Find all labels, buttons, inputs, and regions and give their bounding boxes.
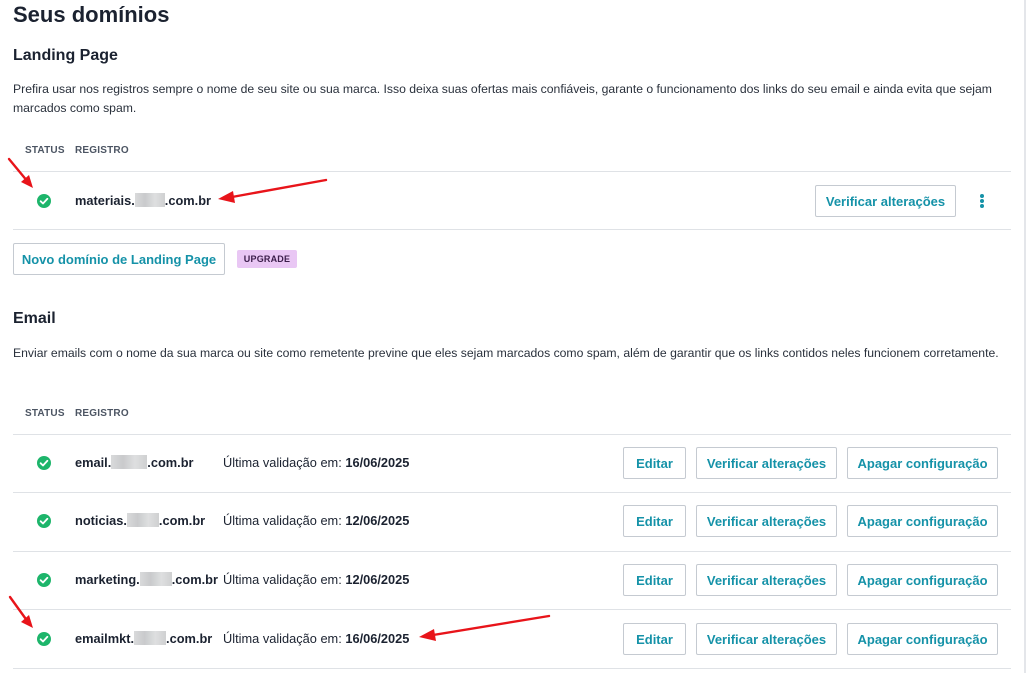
annotation-arrowhead	[21, 615, 33, 628]
divider	[13, 229, 1011, 230]
more-options-icon[interactable]	[978, 192, 986, 210]
email-domain-name: email. .com.br	[75, 455, 194, 470]
divider	[13, 551, 1011, 552]
email-column-status: STATUS	[25, 408, 65, 419]
redacted-brand	[126, 513, 159, 528]
delete-config-button[interactable]: Apagar configuração	[847, 447, 998, 479]
annotation-arrowhead	[419, 629, 436, 641]
email-domain-name: noticias. .com.br	[75, 513, 206, 528]
domain-prefix: materiais.	[75, 193, 135, 208]
verify-button[interactable]: Verificar alterações	[696, 447, 837, 479]
delete-config-button[interactable]: Apagar configuração	[847, 505, 998, 537]
page-title: Seus domínios	[13, 2, 170, 27]
verify-button[interactable]: Verificar alterações	[696, 564, 837, 596]
annotation-arrow	[431, 614, 551, 637]
delete-config-button[interactable]: Apagar configuração	[847, 623, 998, 655]
divider	[13, 171, 1011, 172]
upgrade-badge: UPGRADE	[237, 250, 297, 268]
landing-section-title: Landing Page	[13, 47, 118, 64]
check-circle-icon	[37, 632, 51, 646]
annotation-arrowhead	[218, 191, 235, 203]
redacted-brand	[134, 193, 165, 208]
edit-button[interactable]: Editar	[623, 505, 686, 537]
verify-button[interactable]: Verificar alterações	[696, 505, 837, 537]
last-validation: Última validação em: 12/06/2025	[223, 572, 410, 587]
email-domain-name: emailmkt. .com.br	[75, 631, 213, 646]
edit-button[interactable]: Editar	[623, 623, 686, 655]
divider	[13, 492, 1011, 493]
email-section-description: Enviar emails com o nome da sua marca ou…	[13, 346, 999, 360]
email-column-registro: REGISTRO	[75, 408, 129, 419]
last-validation: Última validação em: 12/06/2025	[223, 513, 410, 528]
verify-button[interactable]: Verificar alterações	[696, 623, 837, 655]
domain-suffix: .com.br	[164, 193, 211, 208]
divider	[13, 434, 1011, 435]
last-validation: Última validação em: 16/06/2025	[223, 631, 410, 646]
landing-section-description: Prefira usar nos registros sempre o nome…	[13, 82, 992, 115]
check-circle-icon	[37, 456, 51, 470]
landing-verify-button[interactable]: Verificar alterações	[815, 185, 956, 217]
check-circle-icon	[37, 194, 51, 208]
divider	[13, 609, 1011, 610]
landing-domain-name: materiais. .com.br	[75, 193, 211, 208]
edit-button[interactable]: Editar	[623, 447, 686, 479]
edit-button[interactable]: Editar	[623, 564, 686, 596]
email-domain-name: marketing. .com.br	[75, 572, 218, 587]
check-circle-icon	[37, 573, 51, 587]
annotation-arrowhead	[21, 175, 33, 188]
landing-column-status: STATUS	[25, 145, 65, 156]
redacted-brand	[134, 631, 167, 646]
email-section-title: Email	[13, 310, 56, 327]
new-landing-domain-button[interactable]: Novo domínio de Landing Page	[13, 243, 225, 275]
redacted-brand	[111, 455, 148, 470]
landing-column-registro: REGISTRO	[75, 145, 129, 156]
last-validation: Última validação em: 16/06/2025	[223, 455, 410, 470]
redacted-brand	[139, 572, 172, 587]
delete-config-button[interactable]: Apagar configuração	[847, 564, 998, 596]
annotation-arrow	[230, 178, 328, 199]
check-circle-icon	[37, 514, 51, 528]
divider	[13, 668, 1011, 669]
